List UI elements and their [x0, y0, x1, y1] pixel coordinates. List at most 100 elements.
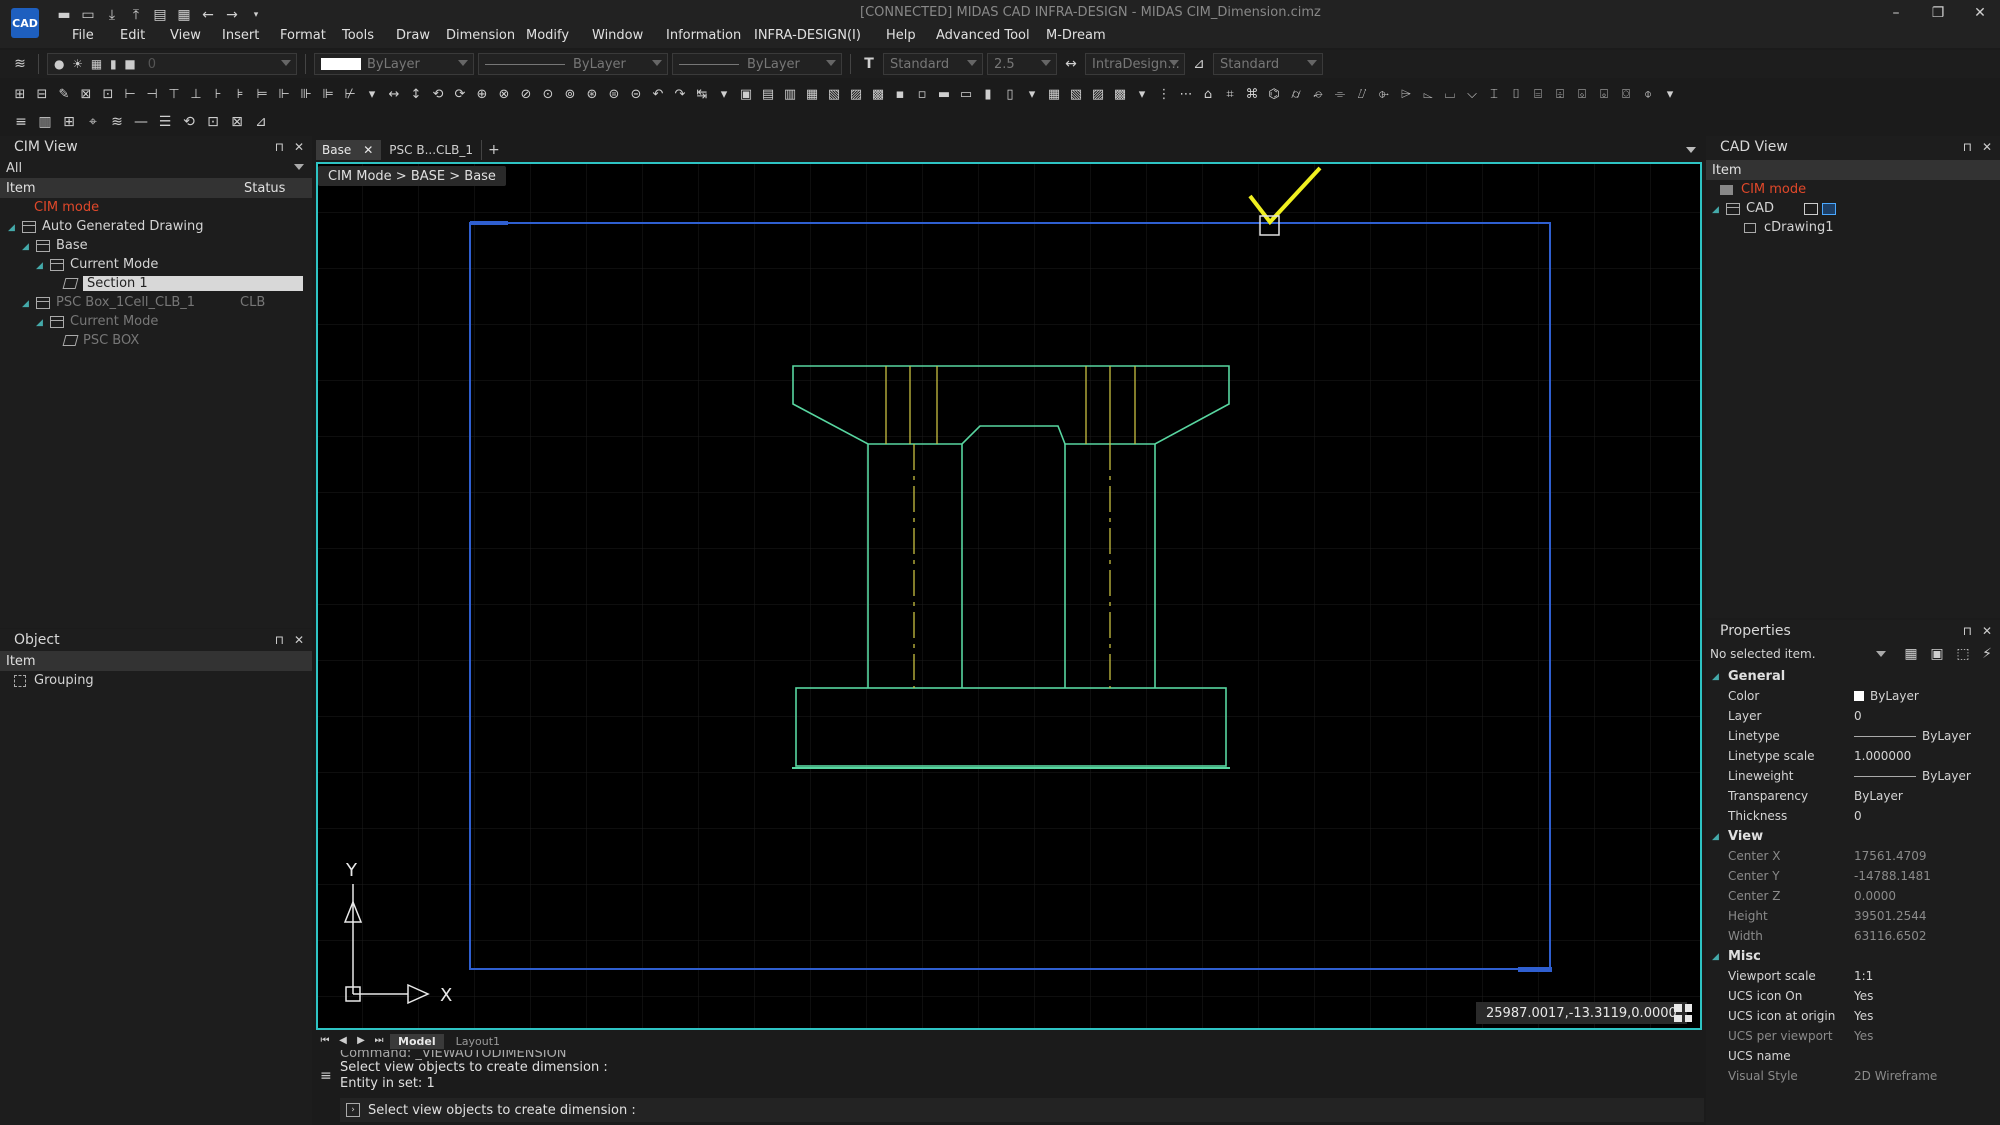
draw-tool-icon[interactable]: ⌬ — [1264, 84, 1284, 104]
list-item[interactable]: Grouping — [0, 671, 312, 690]
linetype-combo[interactable]: ByLayer — [478, 53, 668, 75]
pin-icon[interactable]: ⊓ — [275, 140, 284, 154]
dim-style-icon[interactable]: ↔ — [1061, 54, 1081, 74]
open-file-icon[interactable]: ▭ — [78, 5, 98, 25]
layer-manager-icon[interactable]: ≋ — [10, 54, 30, 74]
cad-mode-label[interactable]: CIM mode — [1706, 180, 2000, 199]
draw-tool-icon[interactable]: ⌷ — [1506, 84, 1526, 104]
print-icon[interactable]: ▤ — [150, 5, 170, 25]
draw-tool-icon[interactable]: ▬ — [934, 84, 954, 104]
draw-tool-icon[interactable]: ⟲ — [428, 84, 448, 104]
next-layout-icon[interactable]: ▶ — [354, 1034, 368, 1048]
color-combo[interactable]: ByLayer — [314, 53, 474, 75]
draw-tool-icon[interactable]: ⌂ — [1198, 84, 1218, 104]
tree-item[interactable]: ◢ Base — [0, 236, 312, 255]
more-tools-dropdown-icon[interactable]: ▾ — [362, 84, 382, 104]
property-row[interactable]: Center Z 0.0000 — [1706, 886, 2000, 906]
draw-tool-icon[interactable]: ⌲ — [1396, 84, 1416, 104]
quick-select-icon[interactable]: ▦ — [1900, 643, 1922, 665]
view-tool-icon[interactable]: ≡ — [10, 112, 32, 132]
menu-window[interactable]: Window — [592, 28, 666, 43]
plot-icon[interactable]: ▦ — [174, 5, 194, 25]
view-tool-icon[interactable]: ⟲ — [178, 112, 200, 132]
more-tools-dropdown-icon[interactable]: ▾ — [1022, 84, 1042, 104]
property-row[interactable]: Thickness 0 — [1706, 806, 2000, 826]
view-tool-icon[interactable]: ≋ — [106, 112, 128, 132]
close-icon[interactable]: ✕ — [294, 633, 304, 647]
prev-layout-icon[interactable]: ◀ — [336, 1034, 350, 1048]
draw-tool-icon[interactable]: ▩ — [1110, 84, 1130, 104]
command-menu-icon[interactable]: ≡ — [320, 1068, 332, 1084]
draw-tool-icon[interactable]: ⊢ — [120, 84, 140, 104]
selection-combo[interactable]: No selected item. — [1710, 644, 1890, 664]
view-tool-icon[interactable]: ☰ — [154, 112, 176, 132]
menu-advanced-tool[interactable]: Advanced Tool — [936, 28, 1046, 43]
draw-tool-icon[interactable]: ⊨ — [252, 84, 272, 104]
property-row[interactable]: Visual Style 2D Wireframe — [1706, 1066, 2000, 1086]
menu-view[interactable]: View — [170, 28, 222, 43]
text-style-icon[interactable]: T — [859, 54, 879, 74]
quick-properties-icon[interactable]: ⚡ — [1976, 643, 1998, 665]
draw-tool-icon[interactable]: ⊩ — [274, 84, 294, 104]
draw-tool-icon[interactable]: ⊞ — [10, 84, 30, 104]
draw-tool-icon[interactable]: ⌸ — [1528, 84, 1548, 104]
first-layout-icon[interactable]: ⏮ — [318, 1034, 332, 1048]
draw-tool-icon[interactable]: ⊡ — [98, 84, 118, 104]
draw-tool-icon[interactable]: ⌗ — [1220, 84, 1240, 104]
draw-tool-icon[interactable]: ▨ — [846, 84, 866, 104]
property-row[interactable]: Viewport scale 1:1 — [1706, 966, 2000, 986]
draw-tool-icon[interactable]: ⊝ — [626, 84, 646, 104]
draw-tool-icon[interactable]: ⊧ — [230, 84, 250, 104]
close-icon[interactable]: ✕ — [1970, 3, 1990, 23]
select-objects-icon[interactable]: ⬚ — [1952, 643, 1974, 665]
tab-model[interactable]: Model — [390, 1033, 444, 1049]
draw-tool-icon[interactable]: ▧ — [824, 84, 844, 104]
save-icon[interactable]: ⤓ — [102, 5, 122, 25]
draw-tool-icon[interactable]: ⊣ — [142, 84, 162, 104]
draw-tool-icon[interactable]: ↹ — [692, 84, 712, 104]
close-icon[interactable]: ✕ — [294, 140, 304, 154]
table-style-combo[interactable]: Standard — [1213, 53, 1323, 75]
draw-tool-icon[interactable]: ▦ — [802, 84, 822, 104]
view-active-icon[interactable] — [1821, 202, 1836, 215]
draw-tool-icon[interactable]: ⊕ — [472, 84, 492, 104]
property-row[interactable]: UCS icon at origin Yes — [1706, 1006, 2000, 1026]
menu-help[interactable]: Help — [886, 28, 936, 43]
menu-m-dream[interactable]: M-Dream — [1046, 28, 1126, 43]
draw-tool-icon[interactable]: ⊬ — [340, 84, 360, 104]
tree-item-cad[interactable]: ◢ CAD — [1706, 199, 2000, 218]
draw-tool-icon[interactable]: ⌴ — [1440, 84, 1460, 104]
expand-icon[interactable]: ◢ — [36, 261, 44, 271]
draw-tool-icon[interactable]: ↕ — [406, 84, 426, 104]
tab-list-dropdown-icon[interactable] — [1686, 147, 1696, 153]
property-row[interactable]: UCS per viewport Yes — [1706, 1026, 2000, 1046]
draw-tool-icon[interactable]: ✎ — [54, 84, 74, 104]
add-tab-button[interactable]: + — [482, 142, 506, 158]
draw-tool-icon[interactable]: ⊚ — [560, 84, 580, 104]
more-tools-dropdown-icon[interactable]: ▾ — [714, 84, 734, 104]
menu-infra-design-i-[interactable]: INFRA-DESIGN(I) — [754, 28, 886, 43]
tab-base[interactable]: Base ✕ — [316, 140, 382, 160]
draw-tool-icon[interactable]: ⊦ — [208, 84, 228, 104]
draw-tool-icon[interactable]: ⌺ — [1572, 84, 1592, 104]
collapse-icon[interactable]: ◢ — [1712, 832, 1720, 842]
draw-tool-icon[interactable]: ⊫ — [318, 84, 338, 104]
draw-tool-icon[interactable]: ⊪ — [296, 84, 316, 104]
draw-tool-icon[interactable]: ⌯ — [1330, 84, 1350, 104]
draw-tool-icon[interactable]: ▩ — [868, 84, 888, 104]
menu-information[interactable]: Information — [666, 28, 754, 43]
draw-tool-icon[interactable]: ▫ — [912, 84, 932, 104]
collapse-icon[interactable]: ◢ — [1712, 672, 1720, 682]
property-row[interactable]: UCS icon On Yes — [1706, 986, 2000, 1006]
customize-dropdown-icon[interactable]: ▾ — [246, 5, 266, 25]
expand-icon[interactable]: ◢ — [22, 242, 30, 252]
draw-tool-icon[interactable]: ⌵ — [1462, 84, 1482, 104]
draw-tool-icon[interactable]: ▮ — [978, 84, 998, 104]
command-line[interactable]: › Select view objects to create dimensio… — [340, 1098, 1704, 1122]
draw-tool-icon[interactable]: ▥ — [780, 84, 800, 104]
view-tool-icon[interactable]: ⊠ — [226, 112, 248, 132]
view-tool-icon[interactable]: ⊞ — [58, 112, 80, 132]
collapse-icon[interactable]: ◢ — [1712, 952, 1720, 962]
view-tool-icon[interactable]: ⊿ — [250, 112, 272, 132]
draw-tool-icon[interactable]: ⊙ — [538, 84, 558, 104]
